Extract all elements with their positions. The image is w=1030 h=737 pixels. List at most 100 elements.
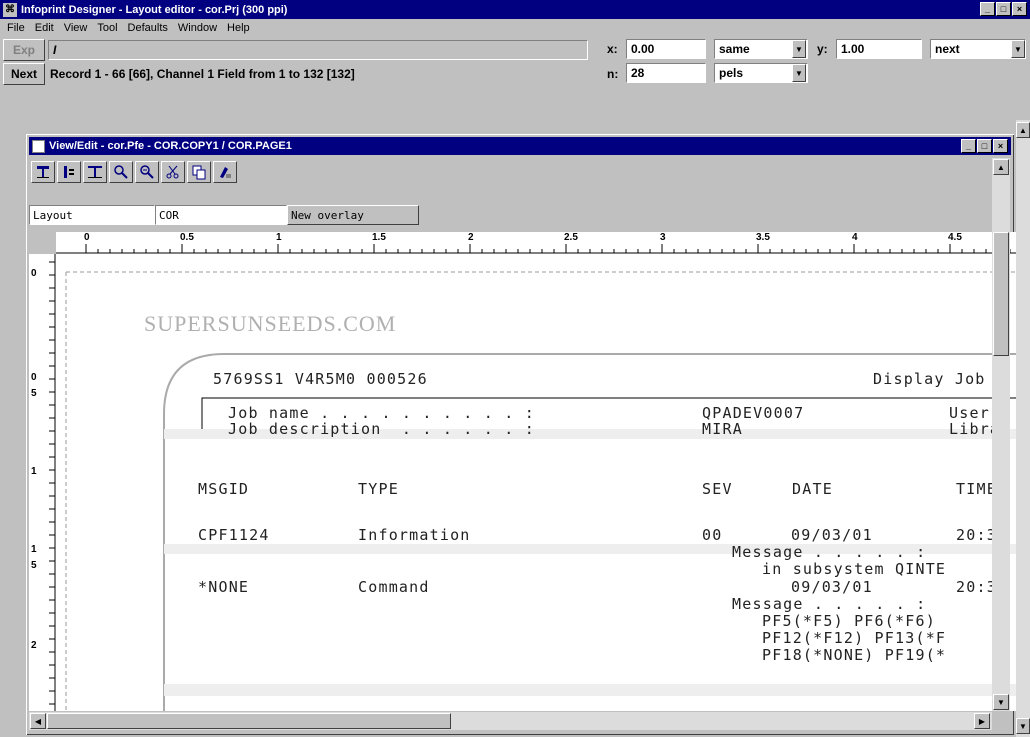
zoom-out-icon[interactable] <box>135 161 159 183</box>
msg-msgid: CPF1124 <box>198 526 270 544</box>
child-maximize-button[interactable]: □ <box>977 139 992 153</box>
x-label: x: <box>607 42 618 56</box>
hruler-label: 4 <box>852 232 858 243</box>
msg-detail: PF18(*NONE) PF19(* <box>762 646 947 664</box>
msg-detail: Message . . . . . : <box>732 543 927 561</box>
col-type: TYPE <box>358 480 399 498</box>
msg-msgid: *NONE <box>198 578 250 596</box>
chevron-down-icon[interactable]: ▼ <box>1011 40 1025 58</box>
child-titlebar: View/Edit - cor.Pfe - COR.COPY1 / COR.PA… <box>29 137 1011 155</box>
col-sev: SEV <box>702 480 733 498</box>
scroll-down-icon[interactable]: ▼ <box>993 694 1009 710</box>
vruler-label: 2 <box>31 640 37 651</box>
stripe <box>164 684 1016 696</box>
hruler-label: 0.5 <box>180 232 194 243</box>
job-desc-label: Job description . . . . . . : <box>228 420 535 438</box>
col-date: DATE <box>792 480 833 498</box>
menu-help[interactable]: Help <box>222 22 255 34</box>
menu-edit[interactable]: Edit <box>30 22 59 34</box>
hruler-label: 0 <box>84 232 90 243</box>
page-canvas[interactable]: SUPERSUNSEEDS.COM 5769SS1 V4R5M0 000526 … <box>56 254 1016 711</box>
col-msgid: MSGID <box>198 480 250 498</box>
msg-detail: PF5(*F5) PF6(*F6) <box>762 612 936 630</box>
vertical-ruler[interactable]: 0 0 5 1 1 5 2 <box>29 254 56 711</box>
msg-detail: in subsystem QINTE <box>762 560 947 578</box>
vruler-label: 5 <box>31 560 37 571</box>
app-title: Infoprint Designer - Layout editor - cor… <box>21 3 288 16</box>
view-edit-window: View/Edit - cor.Pfe - COR.COPY1 / COR.PA… <box>24 132 1016 737</box>
chevron-down-icon[interactable]: ▼ <box>792 64 806 82</box>
maximize-button[interactable]: □ <box>996 2 1011 16</box>
vruler-label: 5 <box>31 388 37 399</box>
menu-bar: File Edit View Tool Defaults Window Help <box>0 19 1030 37</box>
cut-icon[interactable] <box>161 161 185 183</box>
app-titlebar: ⌘ Infoprint Designer - Layout editor - c… <box>0 0 1030 19</box>
n-input[interactable]: 28 <box>626 63 706 83</box>
minimize-button[interactable]: _ <box>980 2 995 16</box>
doc-header-right: Display Job <box>873 370 986 388</box>
scroll-right-icon[interactable]: ▶ <box>974 713 990 729</box>
ruler-ticks <box>56 244 1016 254</box>
paint-icon[interactable] <box>213 161 237 183</box>
child-window-controls: _ □ × <box>961 139 1008 153</box>
col-time: TIME <box>956 480 997 498</box>
scroll-up-icon[interactable]: ▲ <box>993 159 1009 175</box>
menu-window[interactable]: Window <box>173 22 222 34</box>
menu-file[interactable]: File <box>2 22 30 34</box>
record-info: Record 1 - 66 [66], Channel 1 Field from… <box>50 67 355 81</box>
y-input[interactable]: 1.00 <box>836 39 922 59</box>
vruler-label: 0 <box>31 268 37 279</box>
layout-name-field[interactable]: COR <box>155 205 287 225</box>
x-input[interactable]: 0.00 <box>626 39 706 59</box>
text-field[interactable]: I <box>48 40 588 60</box>
align-tool-icon[interactable] <box>83 161 107 183</box>
menu-view[interactable]: View <box>59 22 93 34</box>
exp-button[interactable]: Exp <box>3 39 45 61</box>
msg-type: Information <box>358 526 471 544</box>
msg-detail: PF12(*F12) PF13(*F <box>762 629 947 647</box>
chevron-down-icon[interactable]: ▼ <box>792 40 806 58</box>
job-desc-value: MIRA <box>702 420 743 438</box>
child-title: View/Edit - cor.Pfe - COR.COPY1 / COR.PA… <box>49 140 292 152</box>
scroll-down-icon[interactable]: ▼ <box>1016 718 1030 734</box>
msg-date: 09/03/01 <box>791 526 873 544</box>
hruler-label: 2.5 <box>564 232 578 243</box>
hruler-label: 2 <box>468 232 474 243</box>
menu-defaults[interactable]: Defaults <box>123 22 173 34</box>
msg-type: Command <box>358 578 430 596</box>
overlay-field[interactable]: New overlay <box>287 205 419 225</box>
close-button[interactable]: × <box>1012 2 1027 16</box>
msg-sev: 00 <box>702 526 723 544</box>
outer-scrollbar[interactable]: ▲ ▼ <box>1016 120 1030 737</box>
bar-tool-icon[interactable] <box>57 161 81 183</box>
scroll-thumb[interactable] <box>993 232 1009 356</box>
n-label: n: <box>607 67 619 81</box>
zoom-in-icon[interactable] <box>109 161 133 183</box>
menu-tool[interactable]: Tool <box>92 22 122 34</box>
vruler-label: 0 <box>31 372 37 383</box>
copy-icon[interactable] <box>187 161 211 183</box>
layout-bar: Layout COR New overlay <box>29 204 991 226</box>
y-label: y: <box>817 42 828 56</box>
vruler-label: 1 <box>31 544 37 555</box>
watermark: SUPERSUNSEEDS.COM <box>144 311 397 336</box>
scroll-left-icon[interactable]: ◀ <box>30 713 46 729</box>
edit-toolbar <box>29 158 991 186</box>
property-toolbar: Exp I Next Record 1 - 66 [66], Channel 1… <box>0 39 1030 87</box>
doc-header-left: 5769SS1 V4R5M0 000526 <box>213 370 428 388</box>
hruler-label: 1.5 <box>372 232 386 243</box>
horizontal-scrollbar[interactable]: ◀ ▶ <box>29 712 992 730</box>
horizontal-ruler[interactable]: 0 0.5 1 1.5 2 2.5 3 3.5 4 4.5 <box>56 232 1016 254</box>
child-close-button[interactable]: × <box>993 139 1008 153</box>
next-button[interactable]: Next <box>3 63 45 85</box>
child-minimize-button[interactable]: _ <box>961 139 976 153</box>
msg-detail: Message . . . . . : <box>732 595 927 613</box>
vertical-scrollbar[interactable]: ▲ ▼ <box>992 158 1010 711</box>
hscroll-thumb[interactable] <box>47 713 451 729</box>
text-tool-icon[interactable] <box>31 161 55 183</box>
scroll-up-icon[interactable]: ▲ <box>1016 122 1030 138</box>
msg-date: 09/03/01 <box>791 578 873 596</box>
hruler-label: 3.5 <box>756 232 770 243</box>
window-controls: _ □ × <box>980 2 1027 16</box>
layout-label: Layout <box>29 205 155 225</box>
